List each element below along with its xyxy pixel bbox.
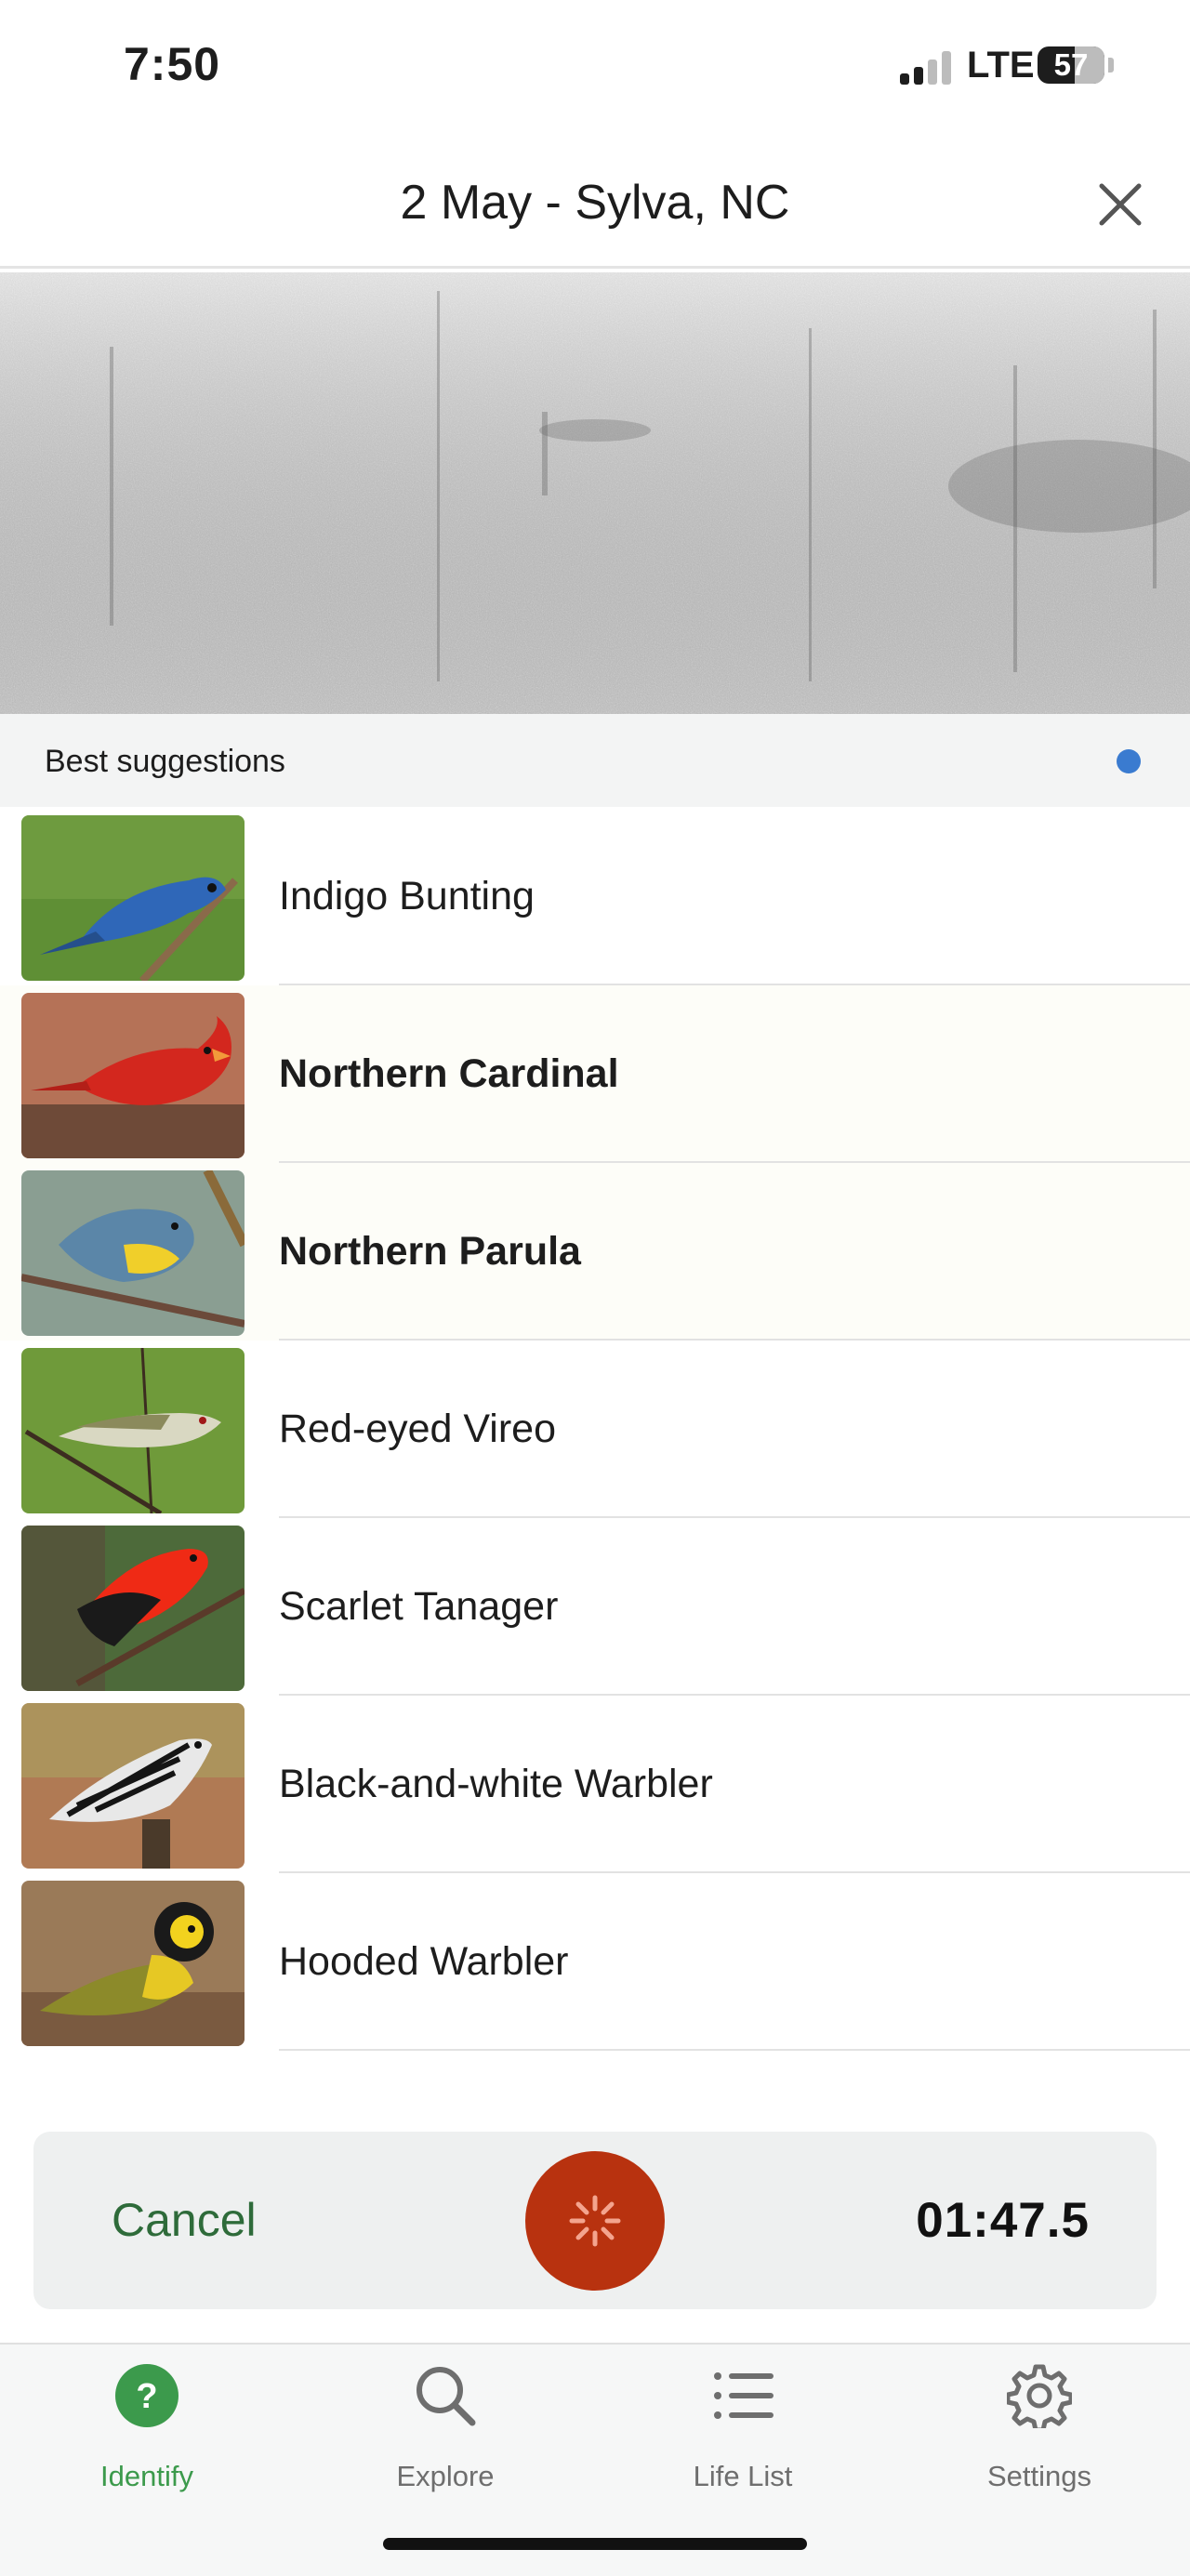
network-type: LTE bbox=[967, 45, 1035, 86]
list-item-indigo-bunting[interactable]: Indigo Bunting bbox=[0, 808, 1190, 985]
battery-level: 57 bbox=[1053, 47, 1089, 82]
species-name: Scarlet Tanager bbox=[279, 1584, 559, 1629]
species-name: Black-and-white Warbler bbox=[279, 1762, 713, 1806]
gear-icon bbox=[1007, 2364, 1072, 2428]
recording-controls: Cancel 01:47.5 bbox=[33, 2132, 1157, 2309]
battery-icon: 57 bbox=[1038, 46, 1104, 84]
black-and-white-warbler-photo bbox=[21, 1703, 245, 1869]
list-item-red-eyed-vireo[interactable]: Red-eyed Vireo bbox=[0, 1341, 1190, 1518]
species-name: Northern Parula bbox=[279, 1229, 581, 1274]
hooded-warbler-photo bbox=[21, 1881, 245, 2046]
tab-label: Identify bbox=[100, 2460, 193, 2492]
tab-label: Explore bbox=[396, 2460, 495, 2492]
question-icon: ? bbox=[115, 2364, 178, 2427]
species-name: Indigo Bunting bbox=[279, 874, 535, 918]
tab-explore[interactable]: Explore bbox=[324, 2345, 566, 2530]
battery-tip bbox=[1108, 58, 1114, 73]
page-title: 2 May - Sylva, NC bbox=[400, 176, 790, 230]
northern-cardinal-photo bbox=[21, 993, 245, 1158]
list-item-hooded-warbler[interactable]: Hooded Warbler bbox=[0, 1873, 1190, 2051]
elapsed-timer: 01:47.5 bbox=[916, 2193, 1090, 2248]
spinner-icon bbox=[569, 2195, 621, 2247]
suggestions-header: Best suggestions bbox=[0, 714, 1190, 807]
list-item-scarlet-tanager[interactable]: Scarlet Tanager bbox=[0, 1518, 1190, 1696]
row-divider bbox=[279, 2049, 1190, 2051]
search-icon bbox=[416, 2367, 476, 2426]
scarlet-tanager-photo bbox=[21, 1526, 245, 1691]
northern-parula-photo bbox=[21, 1170, 245, 1336]
tab-label: Life List bbox=[693, 2460, 793, 2492]
svg-text:?: ? bbox=[136, 2377, 157, 2416]
tab-life-list[interactable]: Life List bbox=[622, 2345, 864, 2530]
list-icon bbox=[714, 2372, 774, 2419]
status-time: 7:50 bbox=[124, 38, 221, 90]
tab-label: Settings bbox=[986, 2460, 1091, 2492]
indigo-bunting-photo bbox=[21, 815, 245, 981]
signal-icon bbox=[900, 51, 952, 85]
list-item-black-and-white-warbler[interactable]: Black-and-white Warbler bbox=[0, 1696, 1190, 1873]
species-name: Northern Cardinal bbox=[279, 1051, 619, 1096]
species-name: Red-eyed Vireo bbox=[279, 1407, 556, 1451]
species-name: Hooded Warbler bbox=[279, 1939, 569, 1984]
status-bar: 7:50 LTE 57 bbox=[0, 0, 1190, 139]
list-item-northern-parula[interactable]: Northern Parula bbox=[0, 1163, 1190, 1341]
home-indicator[interactable] bbox=[383, 2538, 807, 2550]
red-eyed-vireo-photo bbox=[21, 1348, 245, 1513]
list-item-northern-cardinal[interactable]: Northern Cardinal bbox=[0, 985, 1190, 1163]
suggestions-heading: Best suggestions bbox=[45, 744, 285, 779]
tab-settings[interactable]: Settings bbox=[919, 2345, 1160, 2530]
tab-identify[interactable]: ? Identify bbox=[26, 2345, 268, 2530]
status-dot bbox=[1117, 749, 1141, 773]
record-button[interactable] bbox=[525, 2151, 665, 2291]
close-icon[interactable] bbox=[1092, 177, 1148, 232]
spectrogram[interactable] bbox=[0, 272, 1190, 714]
cancel-button[interactable]: Cancel bbox=[112, 2132, 257, 2309]
header: 2 May - Sylva, NC bbox=[0, 139, 1190, 269]
